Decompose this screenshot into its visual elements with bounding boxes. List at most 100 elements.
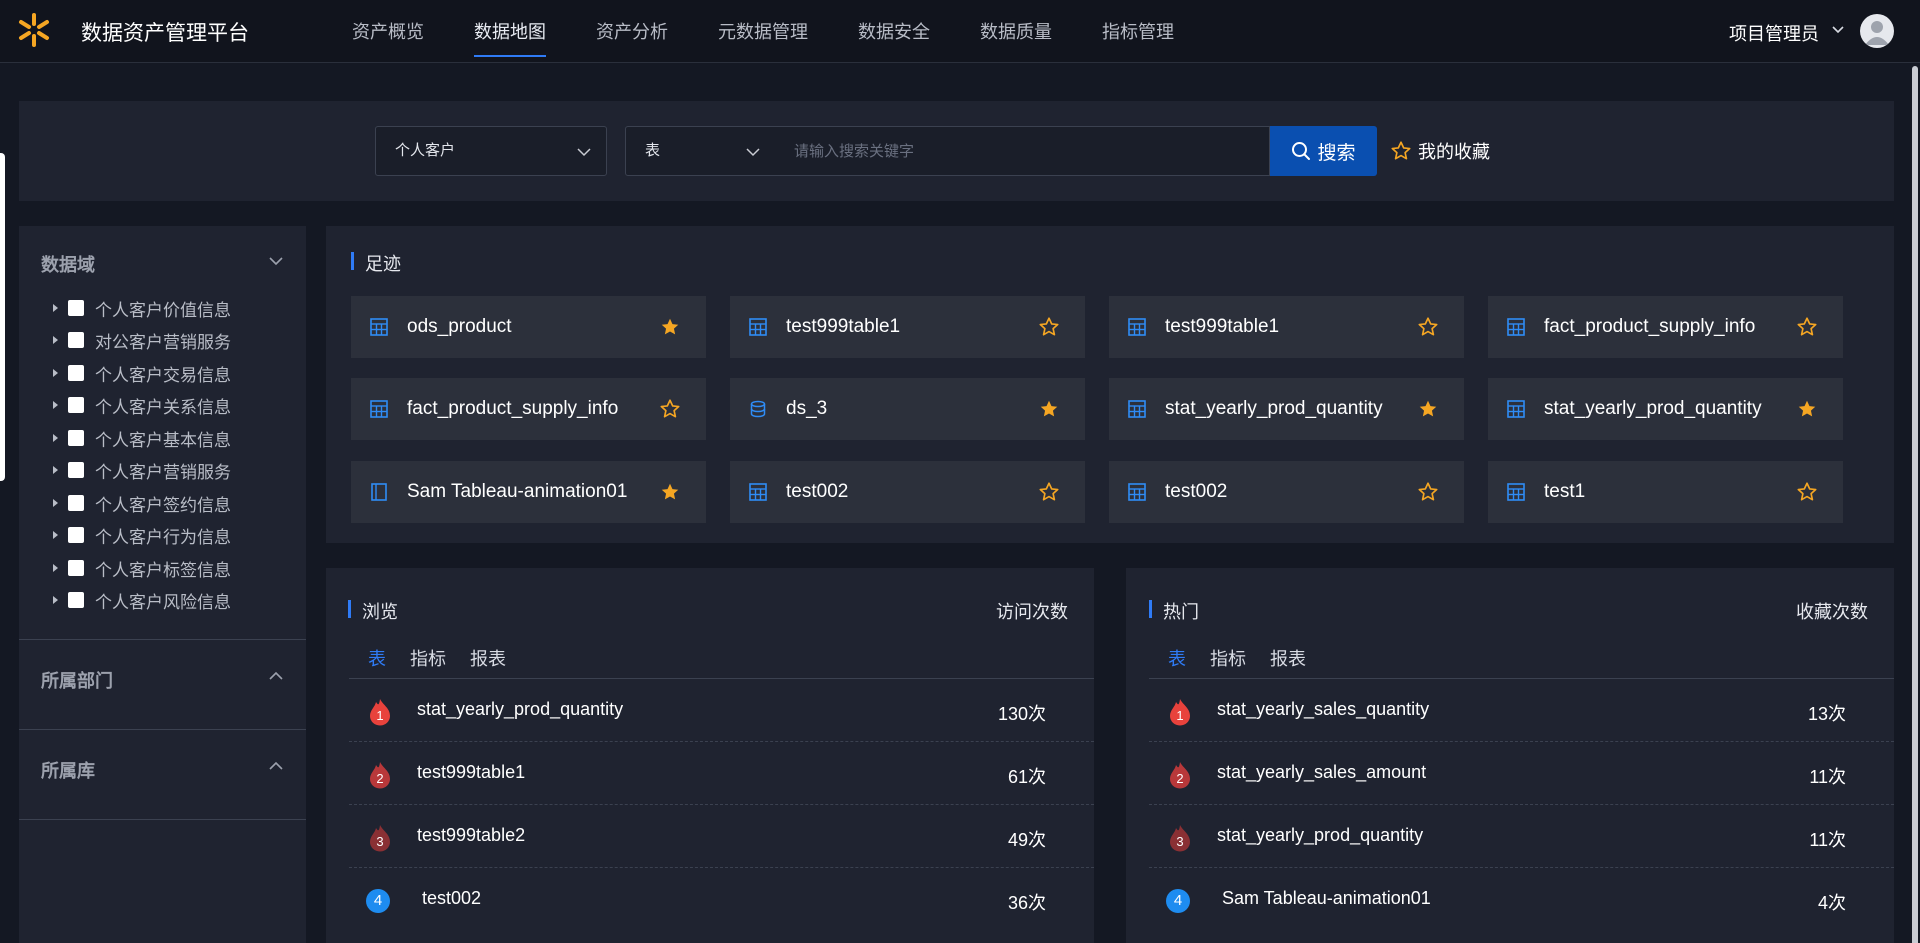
checkbox[interactable] bbox=[68, 592, 84, 608]
caret-right-icon[interactable] bbox=[53, 336, 58, 344]
rank-item-name[interactable]: test999table2 bbox=[417, 825, 525, 846]
rank-item-name[interactable]: stat_yearly_prod_quantity bbox=[417, 699, 623, 720]
star-filled-icon[interactable] bbox=[1038, 398, 1060, 420]
rank-item-name[interactable]: stat_yearly_prod_quantity bbox=[1217, 825, 1423, 846]
checkbox[interactable] bbox=[68, 300, 84, 316]
table-row[interactable]: 3 stat_yearly_prod_quantity 11次 bbox=[1149, 804, 1894, 867]
tree-item[interactable]: 个人客户关系信息 bbox=[53, 393, 231, 417]
rank-item-name[interactable]: test999table1 bbox=[417, 762, 525, 783]
tree-item[interactable]: 个人客户价值信息 bbox=[53, 296, 231, 320]
hot-tabs: 表 指标 报表 bbox=[1168, 645, 1306, 671]
star-outline-icon[interactable] bbox=[1417, 481, 1439, 503]
caret-right-icon[interactable] bbox=[53, 531, 58, 539]
scrollbar[interactable] bbox=[1912, 66, 1918, 943]
user-name[interactable]: 项目管理员 bbox=[1729, 20, 1819, 46]
star-outline-icon[interactable] bbox=[1796, 316, 1818, 338]
footprint-card[interactable]: fact_product_supply_info bbox=[1488, 296, 1843, 358]
footprint-card[interactable]: test999table1 bbox=[1109, 296, 1464, 358]
star-filled-icon[interactable] bbox=[1417, 398, 1439, 420]
table-row[interactable]: 4 Sam Tableau-animation01 4次 bbox=[1149, 867, 1894, 930]
footprint-card[interactable]: stat_yearly_prod_quantity bbox=[1109, 378, 1464, 440]
caret-right-icon[interactable] bbox=[53, 499, 58, 507]
tree-item[interactable]: 对公客户营销服务 bbox=[53, 328, 231, 352]
tree-item[interactable]: 个人客户行为信息 bbox=[53, 523, 231, 547]
table-row[interactable]: 2 test999table1 61次 bbox=[349, 741, 1094, 804]
svg-text:1: 1 bbox=[1176, 708, 1183, 723]
tree-item[interactable]: 个人客户基本信息 bbox=[53, 426, 231, 450]
rank-item-name[interactable]: stat_yearly_sales_amount bbox=[1217, 762, 1426, 783]
my-favorites-link[interactable]: 我的收藏 bbox=[1390, 138, 1490, 164]
checkbox[interactable] bbox=[68, 527, 84, 543]
checkbox[interactable] bbox=[68, 397, 84, 413]
checkbox[interactable] bbox=[68, 495, 84, 511]
caret-right-icon[interactable] bbox=[53, 369, 58, 377]
checkbox[interactable] bbox=[68, 365, 84, 381]
footprint-card[interactable]: fact_product_supply_info bbox=[351, 378, 706, 440]
star-filled-icon[interactable] bbox=[659, 316, 681, 338]
nav-asset-overview[interactable]: 资产概览 bbox=[352, 0, 424, 63]
rank-item-name[interactable]: Sam Tableau-animation01 bbox=[1222, 888, 1431, 909]
star-outline-icon[interactable] bbox=[1038, 316, 1060, 338]
caret-right-icon[interactable] bbox=[53, 466, 58, 474]
tab-report[interactable]: 报表 bbox=[1270, 645, 1306, 671]
footprint-card[interactable]: test1 bbox=[1488, 461, 1843, 523]
type-select[interactable]: 表 bbox=[625, 126, 776, 176]
caret-right-icon[interactable] bbox=[53, 401, 58, 409]
footprint-card[interactable]: test002 bbox=[730, 461, 1085, 523]
tree-item[interactable]: 个人客户标签信息 bbox=[53, 556, 231, 580]
rank-item-count: 13次 bbox=[1807, 704, 1846, 724]
star-outline-icon[interactable] bbox=[1417, 316, 1439, 338]
star-outline-icon[interactable] bbox=[659, 398, 681, 420]
star-outline-icon[interactable] bbox=[1038, 481, 1060, 503]
tree-item[interactable]: 个人客户营销服务 bbox=[53, 458, 231, 482]
footprint-card[interactable]: Sam Tableau-animation01 bbox=[351, 461, 706, 523]
tree-item[interactable]: 个人客户交易信息 bbox=[53, 361, 231, 385]
star-filled-icon[interactable] bbox=[1796, 398, 1818, 420]
domain-select[interactable]: 个人客户 bbox=[375, 126, 607, 176]
table-row[interactable]: 2 stat_yearly_sales_amount 11次 bbox=[1149, 741, 1894, 804]
caret-right-icon[interactable] bbox=[53, 434, 58, 442]
checkbox[interactable] bbox=[68, 560, 84, 576]
checkbox[interactable] bbox=[68, 430, 84, 446]
chevron-down-icon[interactable] bbox=[1830, 22, 1846, 38]
tab-metric[interactable]: 指标 bbox=[1210, 645, 1246, 671]
nav-metrics[interactable]: 指标管理 bbox=[1102, 0, 1174, 63]
table-icon bbox=[1128, 400, 1146, 418]
footprint-card[interactable]: stat_yearly_prod_quantity bbox=[1488, 378, 1843, 440]
footprint-card[interactable]: ods_product bbox=[351, 296, 706, 358]
table-row[interactable]: 3 test999table2 49次 bbox=[349, 804, 1094, 867]
avatar[interactable] bbox=[1860, 14, 1894, 48]
footprint-card[interactable]: test002 bbox=[1109, 461, 1464, 523]
tree-item[interactable]: 个人客户签约信息 bbox=[53, 491, 231, 515]
caret-right-icon[interactable] bbox=[53, 596, 58, 604]
tab-metric[interactable]: 指标 bbox=[410, 645, 446, 671]
footprint-card[interactable]: test999table1 bbox=[730, 296, 1085, 358]
star-filled-icon[interactable] bbox=[659, 481, 681, 503]
rank-item-name[interactable]: stat_yearly_sales_quantity bbox=[1217, 699, 1429, 720]
tab-table[interactable]: 表 bbox=[368, 645, 386, 671]
table-row[interactable]: 1 stat_yearly_prod_quantity 130次 bbox=[349, 678, 1094, 741]
tab-table[interactable]: 表 bbox=[1168, 645, 1186, 671]
footprint-card[interactable]: ds_3 bbox=[730, 378, 1085, 440]
checkbox[interactable] bbox=[68, 332, 84, 348]
tree-item[interactable]: 个人客户风险信息 bbox=[53, 588, 231, 612]
side-drawer-handle[interactable] bbox=[0, 153, 5, 481]
nav-metadata[interactable]: 元数据管理 bbox=[718, 0, 808, 63]
chevron-down-icon[interactable] bbox=[267, 252, 285, 270]
nav-asset-analysis[interactable]: 资产分析 bbox=[596, 0, 668, 63]
search-button[interactable]: 搜索 bbox=[1270, 126, 1377, 176]
tab-report[interactable]: 报表 bbox=[470, 645, 506, 671]
table-row[interactable]: 1 stat_yearly_sales_quantity 13次 bbox=[1149, 678, 1894, 741]
search-input[interactable] bbox=[775, 126, 1270, 176]
chevron-up-icon[interactable] bbox=[267, 667, 285, 685]
checkbox[interactable] bbox=[68, 462, 84, 478]
nav-data-quality[interactable]: 数据质量 bbox=[980, 0, 1052, 63]
nav-data-security[interactable]: 数据安全 bbox=[858, 0, 930, 63]
caret-right-icon[interactable] bbox=[53, 304, 58, 312]
nav-data-map[interactable]: 数据地图 bbox=[474, 0, 546, 63]
caret-right-icon[interactable] bbox=[53, 564, 58, 572]
table-row[interactable]: 4 test002 36次 bbox=[349, 867, 1094, 930]
star-outline-icon[interactable] bbox=[1796, 481, 1818, 503]
chevron-up-icon[interactable] bbox=[267, 757, 285, 775]
rank-item-name[interactable]: test002 bbox=[422, 888, 481, 909]
